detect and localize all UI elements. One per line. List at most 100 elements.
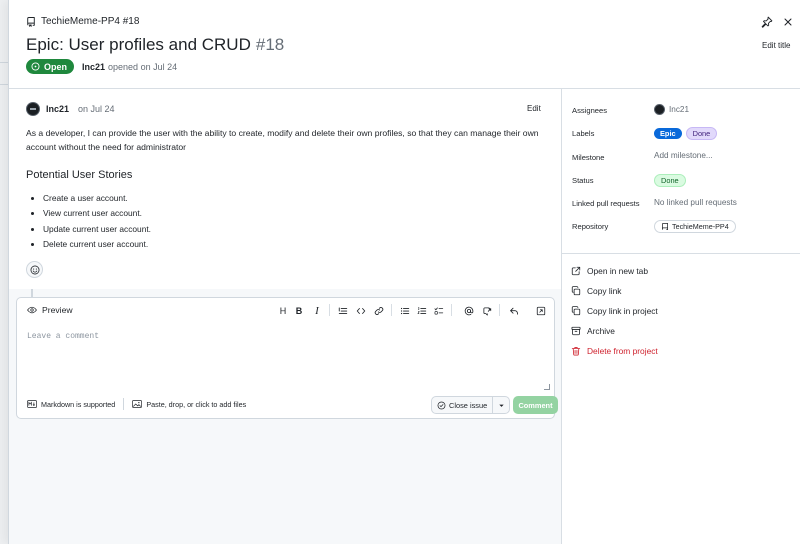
code-button[interactable] xyxy=(355,305,367,317)
reference-button[interactable] xyxy=(481,305,493,317)
archive-icon xyxy=(571,326,581,336)
delete-from-project-action[interactable]: Delete from project xyxy=(571,346,658,356)
link-button[interactable] xyxy=(373,305,385,317)
markdown-note: Markdown is supported xyxy=(41,399,116,409)
edit-body-button[interactable]: Edit xyxy=(527,104,541,113)
heading-button[interactable]: H xyxy=(277,305,289,317)
pin-icon[interactable] xyxy=(761,16,773,28)
labels-label[interactable]: Labels xyxy=(572,129,594,138)
issue-header: TechieMeme-PP4 #18 Epic: User profiles a… xyxy=(9,0,800,89)
preview-tab[interactable]: Preview xyxy=(27,305,73,315)
open-state-badge: Open xyxy=(26,59,75,74)
assignee-value[interactable]: Inc21 xyxy=(654,104,689,115)
numbered-list-icon xyxy=(417,307,427,314)
chevron-down-icon xyxy=(499,404,504,407)
issue-title: Epic: User profiles and CRUD #18 xyxy=(26,35,284,55)
toolbar-divider xyxy=(499,304,500,316)
markdown-help-link[interactable]: Markdown is supported xyxy=(27,400,115,409)
mention-button[interactable] xyxy=(463,305,475,317)
linked-prs-label[interactable]: Linked pull requests xyxy=(572,199,640,208)
issue-body-card: Inc21 on Jul 24 Edit As a developer, I c… xyxy=(9,89,561,289)
action-label: Archive xyxy=(587,326,615,336)
close-icon[interactable] xyxy=(782,16,794,28)
status-label[interactable]: Status xyxy=(572,176,594,185)
close-issue-options-button[interactable] xyxy=(493,397,509,413)
numbered-list-button[interactable] xyxy=(416,305,428,317)
issue-description: As a developer, I can provide the user w… xyxy=(26,128,539,152)
repository-label[interactable]: Repository xyxy=(572,222,608,231)
archive-action[interactable]: Archive xyxy=(571,326,615,336)
issue-number: #18 xyxy=(255,35,285,54)
open-in-new-tab-action[interactable]: Open in new tab xyxy=(571,266,648,276)
quote-button[interactable] xyxy=(337,305,349,317)
add-reaction-button[interactable] xyxy=(26,261,43,278)
close-issue-button[interactable]: Close issue xyxy=(432,397,494,413)
toolbar-divider xyxy=(329,304,330,316)
bullet-list-icon xyxy=(400,307,410,315)
attach-files-button[interactable]: Paste, drop, or click to add files xyxy=(132,400,246,409)
copy-icon xyxy=(571,306,581,316)
repository-chip: TechieMeme-PP4 xyxy=(654,220,736,233)
trash-icon xyxy=(571,347,581,356)
link-icon xyxy=(374,307,384,315)
list-item: Update current user account. xyxy=(43,222,151,237)
issue-author-link[interactable]: Inc21 xyxy=(82,62,105,72)
repo-reference[interactable]: TechieMeme-PP4 #18 xyxy=(26,16,139,27)
label-done: Done xyxy=(685,127,718,140)
toolbar-divider xyxy=(451,304,452,316)
copy-link-in-project-action[interactable]: Copy link in project xyxy=(571,306,658,316)
resize-handle[interactable] xyxy=(544,384,550,390)
action-label: Copy link in project xyxy=(587,306,658,316)
stories-heading: Potential User Stories xyxy=(26,169,133,181)
italic-button[interactable]: I xyxy=(311,305,323,317)
assignees-label[interactable]: Assignees xyxy=(572,106,607,115)
image-icon xyxy=(132,400,143,408)
list-item: Delete current user account. xyxy=(43,237,151,252)
status-value[interactable]: Done xyxy=(654,174,686,187)
repository-value[interactable]: TechieMeme-PP4 xyxy=(654,220,736,233)
saved-replies-button[interactable] xyxy=(508,305,520,317)
body-author-name[interactable]: Inc21 xyxy=(46,104,69,114)
toolbar-divider xyxy=(391,304,392,316)
repo-icon xyxy=(27,16,35,27)
repo-reference-text: TechieMeme-PP4 #18 xyxy=(41,16,140,27)
labels-value[interactable]: Epic Done xyxy=(654,127,718,140)
copy-icon xyxy=(571,286,581,296)
fullscreen-button[interactable] xyxy=(535,305,547,317)
issue-title-text: Epic: User profiles and CRUD xyxy=(26,35,251,54)
comment-footer: Markdown is supported Paste, drop, or cl… xyxy=(27,398,246,410)
repo-icon xyxy=(662,222,668,230)
edit-title-button[interactable]: Edit title xyxy=(762,41,790,50)
stories-list: Create a user account. View current user… xyxy=(31,191,151,252)
issue-state-row: Open Inc21 opened on Jul 24 xyxy=(26,59,177,74)
milestone-label[interactable]: Milestone xyxy=(572,153,605,162)
comment-editor: Preview H B I Leave a comment Markdown i… xyxy=(16,297,558,419)
check-circle-icon xyxy=(437,401,446,409)
task-list-icon xyxy=(434,307,444,315)
milestone-value[interactable]: Add milestone... xyxy=(654,151,713,160)
quote-icon xyxy=(338,307,348,314)
status-badge: Done xyxy=(654,174,686,187)
label-epic: Epic xyxy=(654,128,682,139)
copy-link-action[interactable]: Copy link xyxy=(571,286,621,296)
list-item: Create a user account. xyxy=(43,191,151,206)
bold-button[interactable]: B xyxy=(293,305,305,317)
action-label: Open in new tab xyxy=(587,266,648,276)
comment-button[interactable]: Comment xyxy=(513,396,558,414)
bulleted-list-button[interactable] xyxy=(399,305,411,317)
footer-divider xyxy=(123,398,125,410)
close-issue-split-button: Close issue xyxy=(431,396,511,414)
body-author-row: Inc21 on Jul 24 xyxy=(26,102,115,116)
sidebar-divider xyxy=(562,253,800,254)
linked-prs-value[interactable]: No linked pull requests xyxy=(654,198,737,207)
attach-note: Paste, drop, or click to add files xyxy=(146,399,247,409)
external-link-icon xyxy=(571,266,581,276)
code-icon xyxy=(356,308,366,314)
opened-meta: Inc21 opened on Jul 24 xyxy=(82,62,177,72)
issue-main-column: Inc21 on Jul 24 Edit As a developer, I c… xyxy=(9,89,561,544)
task-list-button[interactable] xyxy=(433,305,445,317)
avatar[interactable] xyxy=(26,102,40,116)
comment-textarea[interactable] xyxy=(21,328,551,391)
body-date[interactable]: on Jul 24 xyxy=(78,104,115,114)
expand-icon xyxy=(536,306,546,316)
